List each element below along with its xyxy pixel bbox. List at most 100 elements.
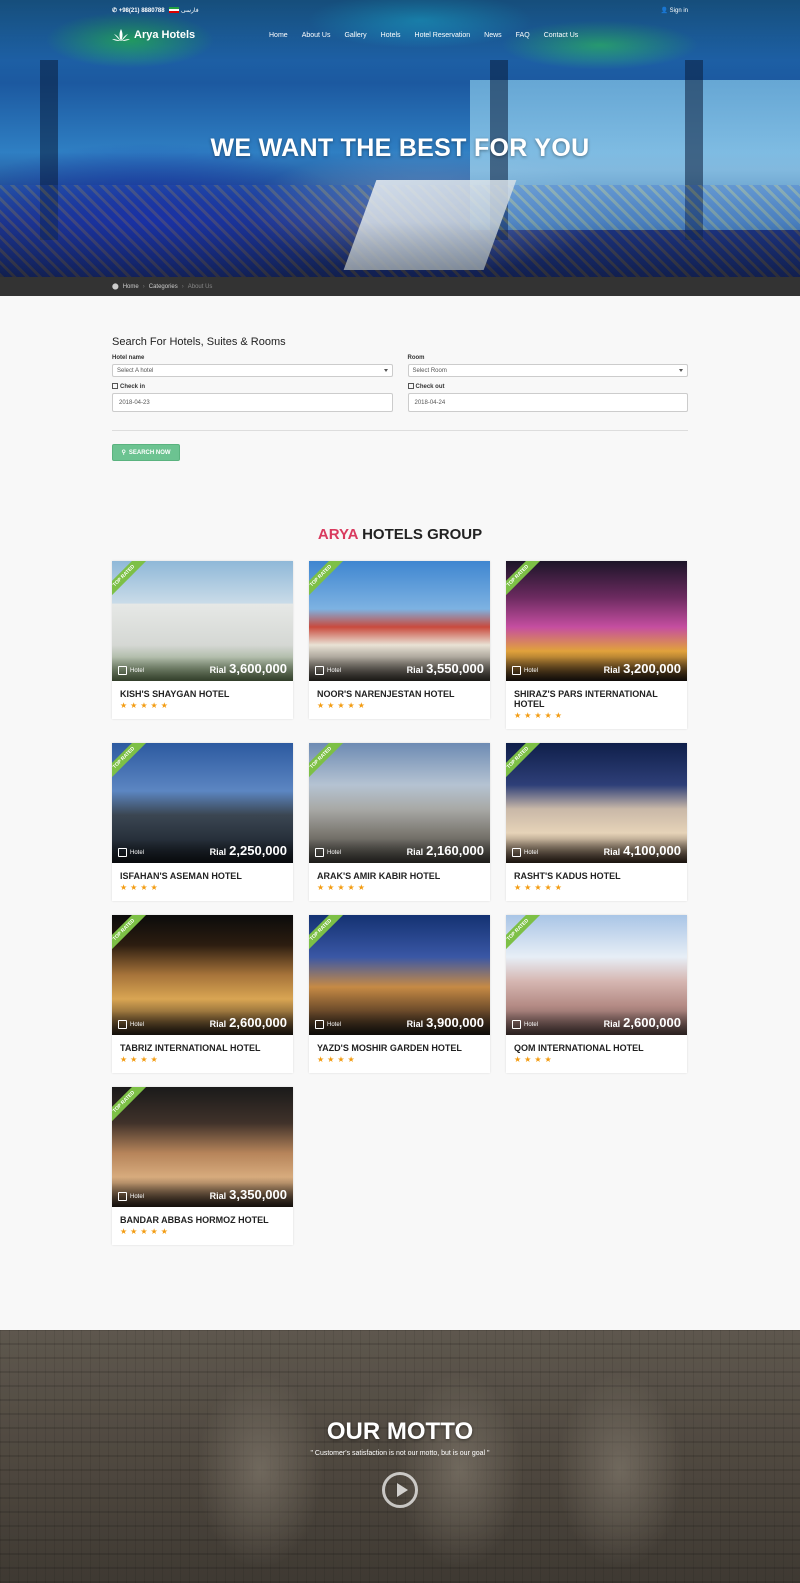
hotel-photo[interactable]: TOP RATED Hotel Rial 2,160,000 bbox=[309, 743, 490, 863]
phone-text: +98(21) 8880788 bbox=[118, 8, 165, 14]
hotel-select[interactable]: Select A hotel bbox=[112, 364, 393, 377]
group-title-rest: HOTELS GROUP bbox=[357, 526, 483, 543]
hotel-card[interactable]: TOP RATED Hotel Rial 4,100,000 RASHT'S KADUS… bbox=[506, 743, 687, 901]
hotel-card[interactable]: TOP RATED Hotel Rial 3,550,000 NOOR'S NARENJ… bbox=[309, 561, 490, 719]
hero-title: WE WANT THE BEST FOR YOU bbox=[210, 134, 590, 162]
hotel-info: BANDAR ABBAS HORMOZ HOTEL ★★★★★ bbox=[112, 1207, 293, 1245]
price-amount: 2,160,000 bbox=[426, 843, 484, 858]
hotel-name[interactable]: SHIRAZ'S PARS INTERNATIONAL HOTEL bbox=[514, 689, 679, 709]
price-amount: 2,600,000 bbox=[229, 1015, 287, 1030]
nav-item-news[interactable]: News bbox=[477, 32, 509, 39]
price-currency: Rial bbox=[603, 847, 621, 857]
building-icon bbox=[118, 848, 127, 857]
checkin-input[interactable]: 2018-04-23 bbox=[112, 393, 393, 412]
hotel-type-label: Hotel bbox=[524, 667, 539, 674]
star-rating: ★★★★ bbox=[317, 1055, 358, 1064]
hotel-photo[interactable]: TOP RATED Hotel Rial 3,900,000 bbox=[309, 915, 490, 1035]
nav-item-hotels[interactable]: Hotels bbox=[374, 32, 408, 39]
price-amount: 3,900,000 bbox=[426, 1015, 484, 1030]
hotel-card[interactable]: TOP RATED Hotel Rial 3,350,000 BANDAR ABBAS … bbox=[112, 1087, 293, 1245]
nav-item-about-us[interactable]: About Us bbox=[295, 32, 338, 39]
dropdown-arrow-icon bbox=[679, 369, 683, 372]
hotel-type-label: Hotel bbox=[327, 849, 342, 856]
hotel-photo[interactable]: TOP RATED Hotel Rial 3,350,000 bbox=[112, 1087, 293, 1207]
lotus-logo-icon bbox=[112, 29, 130, 41]
hotel-type-label: Hotel bbox=[327, 667, 342, 674]
calendar-icon bbox=[407, 383, 414, 389]
hotel-photo[interactable]: TOP RATED Hotel Rial 2,600,000 bbox=[506, 915, 687, 1035]
hotel-name[interactable]: RASHT'S KADUS HOTEL bbox=[514, 871, 679, 881]
building-icon bbox=[315, 1020, 324, 1029]
main-navigation: Arya Hotels Home About Us Gallery Hotels… bbox=[112, 28, 688, 46]
room-select[interactable]: Select Room bbox=[407, 364, 688, 377]
hotel-type-tag: Hotel bbox=[315, 1020, 341, 1029]
hotel-photo[interactable]: TOP RATED Hotel Rial 3,200,000 bbox=[506, 561, 687, 681]
hotel-type-tag: Hotel bbox=[118, 848, 144, 857]
hotel-name[interactable]: ISFAHAN'S ASEMAN HOTEL bbox=[120, 871, 285, 881]
sign-in-link[interactable]: 👤 Sign in bbox=[660, 7, 688, 14]
top-rated-ribbon: TOP RATED bbox=[112, 743, 149, 783]
hotel-info: ISFAHAN'S ASEMAN HOTEL ★★★★ bbox=[112, 863, 293, 901]
search-divider bbox=[112, 430, 688, 431]
price-currency: Rial bbox=[209, 847, 227, 857]
price-currency: Rial bbox=[209, 1191, 227, 1201]
hotel-type-tag: Hotel bbox=[512, 1020, 538, 1029]
hotel-photo[interactable]: TOP RATED Hotel Rial 3,600,000 bbox=[112, 561, 293, 681]
hotel-type-tag: Hotel bbox=[512, 666, 538, 675]
hotel-name[interactable]: NOOR'S NARENJESTAN HOTEL bbox=[317, 689, 482, 699]
building-icon bbox=[118, 666, 127, 675]
top-rated-ribbon: TOP RATED bbox=[506, 561, 543, 601]
hotel-name[interactable]: TABRIZ INTERNATIONAL HOTEL bbox=[120, 1043, 285, 1053]
hotel-card[interactable]: TOP RATED Hotel Rial 2,250,000 ISFAHAN'S ASE… bbox=[112, 743, 293, 901]
hotel-photo[interactable]: TOP RATED Hotel Rial 4,100,000 bbox=[506, 743, 687, 863]
top-rated-ribbon: TOP RATED bbox=[112, 915, 149, 955]
hotel-name[interactable]: ARAK'S AMIR KABIR HOTEL bbox=[317, 871, 482, 881]
price-amount: 4,100,000 bbox=[623, 843, 681, 858]
hotel-card[interactable]: TOP RATED Hotel Rial 2,600,000 QOM INTERNATI… bbox=[506, 915, 687, 1073]
play-icon bbox=[397, 1483, 408, 1497]
search-now-button[interactable]: ⚲ SEARCH NOW bbox=[112, 444, 180, 461]
hotel-card[interactable]: TOP RATED Hotel Rial 3,600,000 KISH'S SHAYGA… bbox=[112, 561, 293, 719]
hotel-photo[interactable]: TOP RATED Hotel Rial 3,550,000 bbox=[309, 561, 490, 681]
hotel-card[interactable]: TOP RATED Hotel Rial 2,600,000 TABRIZ INTERN… bbox=[112, 915, 293, 1073]
iran-flag-icon bbox=[169, 7, 179, 14]
hotel-card[interactable]: TOP RATED Hotel Rial 3,200,000 SHIRAZ'S PARS… bbox=[506, 561, 687, 729]
hotel-info: SHIRAZ'S PARS INTERNATIONAL HOTEL ★★★★★ bbox=[506, 681, 687, 729]
motto-text: " Customer's satisfaction is not our mot… bbox=[310, 1450, 490, 1457]
hotel-info: YAZD'S MOSHIR GARDEN HOTEL ★★★★ bbox=[309, 1035, 490, 1073]
room-select-value: Select Room bbox=[412, 368, 447, 374]
price-amount: 2,600,000 bbox=[623, 1015, 681, 1030]
hotel-name[interactable]: KISH'S SHAYGAN HOTEL bbox=[120, 689, 285, 699]
top-rated-ribbon: TOP RATED bbox=[309, 915, 346, 955]
play-video-button[interactable] bbox=[382, 1472, 418, 1508]
brand-logo[interactable]: Arya Hotels bbox=[112, 28, 195, 42]
hotel-photo[interactable]: TOP RATED Hotel Rial 2,600,000 bbox=[112, 915, 293, 1035]
hotel-info: NOOR'S NARENJESTAN HOTEL ★★★★★ bbox=[309, 681, 490, 719]
nav-item-gallery[interactable]: Gallery bbox=[337, 32, 373, 39]
breadcrumb-bar: ⬤ Home › Categories › About Us bbox=[0, 277, 800, 296]
hotel-type-label: Hotel bbox=[130, 849, 145, 856]
checkout-input[interactable]: 2018-04-24 bbox=[407, 393, 688, 412]
hotel-type-label: Hotel bbox=[327, 1021, 342, 1028]
language-switch[interactable]: فارسی bbox=[169, 7, 199, 14]
nav-item-faq[interactable]: FAQ bbox=[509, 32, 537, 39]
nav-item-home[interactable]: Home bbox=[262, 32, 295, 39]
hotel-card[interactable]: TOP RATED Hotel Rial 2,160,000 ARAK'S AMIR K… bbox=[309, 743, 490, 901]
motto-title: OUR MOTTO bbox=[326, 1418, 474, 1445]
hotel-info: QOM INTERNATIONAL HOTEL ★★★★ bbox=[506, 1035, 687, 1073]
nav-item-hotel-reservation[interactable]: Hotel Reservation bbox=[408, 32, 478, 39]
hotel-name[interactable]: YAZD'S MOSHIR GARDEN HOTEL bbox=[317, 1043, 482, 1053]
hotel-price: Rial 3,350,000 bbox=[210, 1187, 287, 1202]
hotel-name[interactable]: BANDAR ABBAS HORMOZ HOTEL bbox=[120, 1215, 285, 1225]
phone-number[interactable]: ✆ +98(21) 8880788 bbox=[112, 7, 165, 14]
nav-item-contact-us[interactable]: Contact Us bbox=[537, 32, 586, 39]
hotel-name[interactable]: QOM INTERNATIONAL HOTEL bbox=[514, 1043, 679, 1053]
hotel-price: Rial 3,200,000 bbox=[604, 661, 681, 676]
building-icon bbox=[512, 1020, 521, 1029]
breadcrumb-home[interactable]: Home bbox=[123, 284, 139, 290]
breadcrumb-categories[interactable]: Categories bbox=[149, 284, 178, 290]
hotel-type-label: Hotel bbox=[130, 1193, 145, 1200]
hotel-card[interactable]: TOP RATED Hotel Rial 3,900,000 YAZD'S MOSHIR… bbox=[309, 915, 490, 1073]
search-row-selects: Hotel name Select A hotel Room Select Ro… bbox=[112, 355, 688, 377]
hotel-photo[interactable]: TOP RATED Hotel Rial 2,250,000 bbox=[112, 743, 293, 863]
